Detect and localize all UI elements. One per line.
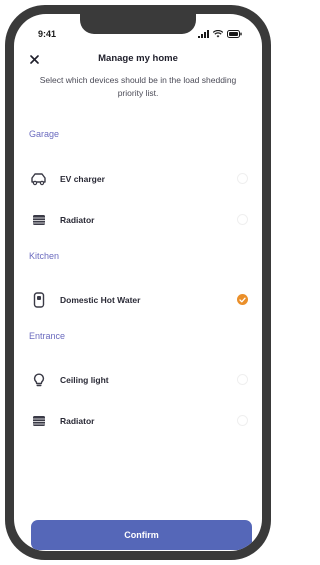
device-label: Ceiling light <box>60 375 109 385</box>
device-label: Radiator <box>60 416 95 426</box>
page-subtitle: Select which devices should be in the lo… <box>39 75 237 98</box>
confirm-button[interactable]: Confirm <box>31 520 252 550</box>
section-title-garage: Garage <box>29 129 60 139</box>
device-checkbox[interactable] <box>237 415 248 426</box>
water-heater-icon <box>30 292 48 308</box>
section-title-kitchen: Kitchen <box>29 251 60 261</box>
status-icons <box>198 30 242 38</box>
battery-icon <box>227 30 242 38</box>
device-row-ev-charger[interactable]: EV charger <box>14 166 262 192</box>
device-label: EV charger <box>60 174 105 184</box>
phone-frame: 9:41 Manage my home Select which devices… <box>5 5 271 560</box>
device-row-radiator[interactable]: Radiator <box>14 408 262 434</box>
page-title: Manage my home <box>98 53 178 64</box>
device-label: Domestic Hot Water <box>60 295 141 305</box>
checkmark-icon <box>239 297 246 302</box>
radiator-icon <box>30 212 48 228</box>
device-row-radiator[interactable]: Radiator <box>14 207 262 233</box>
header: Manage my home <box>14 50 262 70</box>
status-bar: 9:41 <box>38 28 242 40</box>
radiator-icon <box>30 413 48 429</box>
signal-icon <box>198 30 209 38</box>
wifi-icon <box>213 30 223 38</box>
device-checkbox-checked[interactable] <box>237 294 248 305</box>
device-row-ceiling-light[interactable]: Ceiling light <box>14 367 262 393</box>
lightbulb-icon <box>30 372 48 388</box>
ev-charger-icon <box>30 171 48 187</box>
device-checkbox[interactable] <box>237 214 248 225</box>
device-row-domestic-hot-water[interactable]: Domestic Hot Water <box>14 287 262 313</box>
device-checkbox[interactable] <box>237 173 248 184</box>
section-title-entrance: Entrance <box>29 331 66 341</box>
app-screen: 9:41 Manage my home Select which devices… <box>14 14 262 551</box>
device-checkbox[interactable] <box>237 374 248 385</box>
device-label: Radiator <box>60 215 95 225</box>
status-time: 9:41 <box>38 29 57 39</box>
